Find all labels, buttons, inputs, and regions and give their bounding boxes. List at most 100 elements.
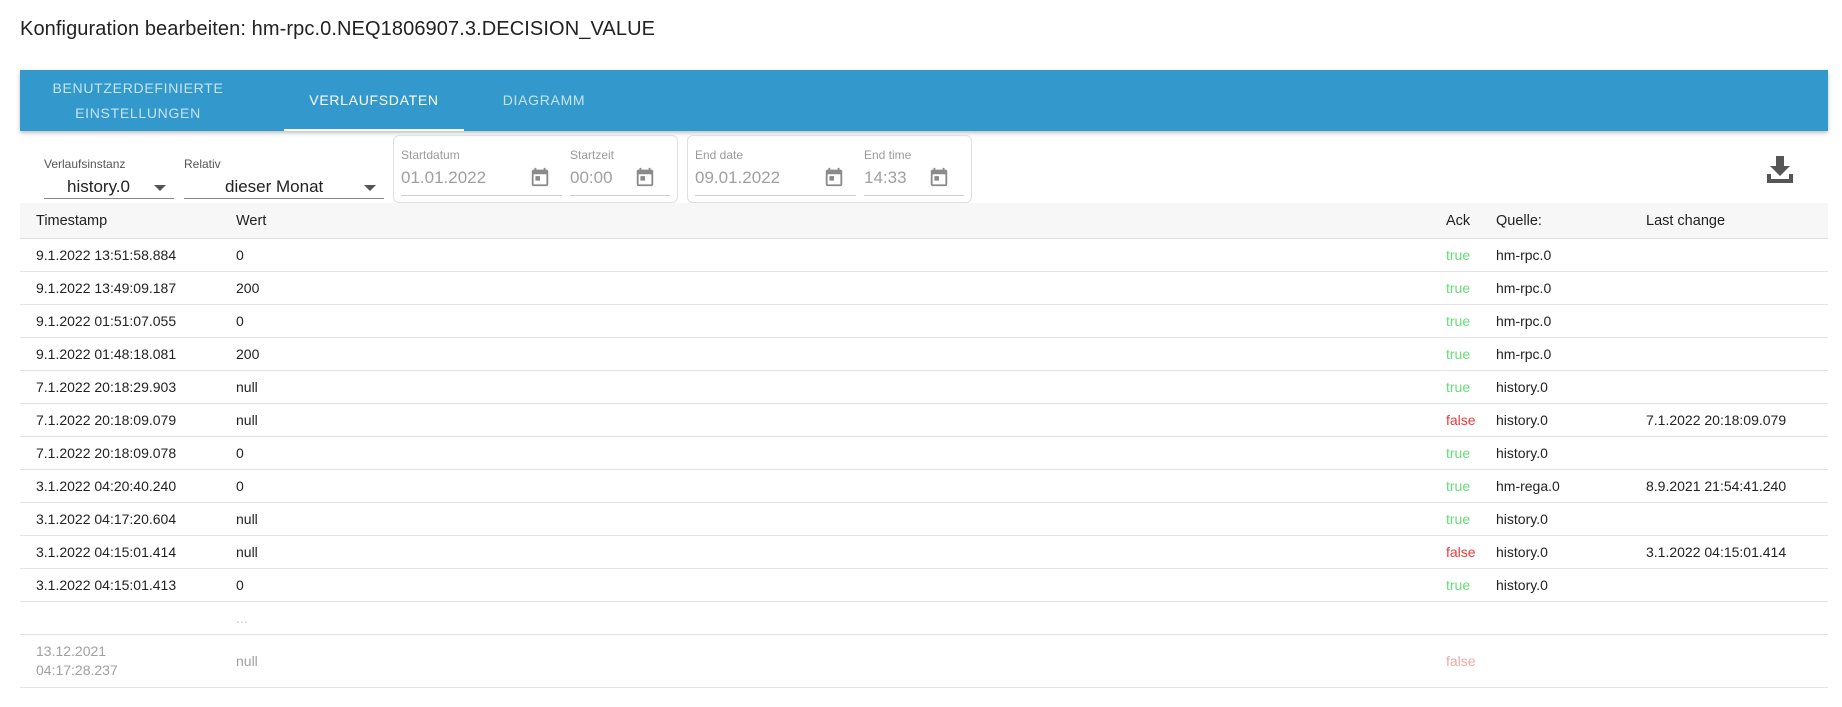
source-cell: hm-rpc.0 [1496,271,1646,305]
calendar-icon[interactable] [634,166,656,188]
end-time-underline [864,195,964,196]
start-datetime-group: Startdatum 01.01.2022 Startzeit 00:00 [393,135,678,203]
timestamp-cell: 7.1.2022 20:18:29.903 [20,370,236,404]
table-row[interactable]: 3.1.2022 04:15:01.414 null false history… [20,535,1828,569]
active-tab-indicator [284,129,464,131]
timestamp-cell: 9.1.2022 01:51:07.055 [20,304,236,338]
chevron-down-icon [364,185,376,191]
timestamp-cell: 9.1.2022 13:51:58.884 [20,238,236,272]
end-date-field[interactable]: End date 09.01.2022 [695,136,856,198]
relative-range-underline [184,198,384,199]
gap-source-cell [1496,601,1646,635]
start-date-underline [401,195,562,196]
end-time-value: 14:33 [864,168,907,187]
ack-cell: true [1446,568,1496,602]
last-change-cell: 7.1.2022 20:18:09.079 [1646,403,1828,437]
table-row[interactable]: 3.1.2022 04:17:20.604 null true history.… [20,502,1828,536]
end-time-label: End time [864,148,912,162]
table-row-earlier[interactable]: 13.12.2021 04:17:28.237 null false [20,634,1828,688]
table-row[interactable]: 3.1.2022 04:20:40.240 0 true hm-rega.0 8… [20,469,1828,503]
timestamp-time: 04:17:28.237 [36,662,118,678]
gap-last-change-cell [1646,601,1828,635]
timestamp-date: 13.12.2021 [36,643,107,659]
gap-ellipsis: ... [236,601,1446,635]
relative-range-value: dieser Monat [225,177,324,196]
end-datetime-group: End date 09.01.2022 End time 14:33 [687,135,972,203]
table-row[interactable]: 7.1.2022 20:18:09.078 0 true history.0 [20,436,1828,470]
download-icon[interactable] [1766,154,1794,184]
last-change-cell [1646,337,1828,371]
source-cell: history.0 [1496,568,1646,602]
column-header-source[interactable]: Quelle: [1496,203,1646,239]
ack-cell: true [1446,238,1496,272]
column-header-last-change[interactable]: Last change [1646,203,1828,239]
ack-cell: false [1446,634,1496,688]
history-instance-underline [44,198,174,199]
table-row[interactable]: 9.1.2022 13:49:09.187 200 true hm-rpc.0 [20,271,1828,305]
last-change-cell [1646,238,1828,272]
start-date-value: 01.01.2022 [401,168,487,187]
table-row[interactable]: 9.1.2022 13:51:58.884 0 true hm-rpc.0 [20,238,1828,272]
tab-bar: BENUTZERDEFINIERTE EINSTELLUNGEN VERLAUF… [20,70,1828,131]
tab-history-data[interactable]: VERLAUFSDATEN [284,70,464,131]
value-cell: 0 [236,436,1446,470]
tab-custom-settings[interactable]: BENUTZERDEFINIERTE EINSTELLUNGEN [48,70,228,131]
value-cell: null [236,535,1446,569]
value-cell: null [236,634,1446,688]
value-cell: 200 [236,271,1446,305]
value-cell: 200 [236,337,1446,371]
ack-cell: true [1446,469,1496,503]
source-cell: history.0 [1496,370,1646,404]
timestamp-cell: 7.1.2022 20:18:09.078 [20,436,236,470]
source-cell: history.0 [1496,535,1646,569]
page-title: Konfiguration bearbeiten: hm-rpc.0.NEQ18… [20,18,656,40]
source-cell: hm-rpc.0 [1496,304,1646,338]
start-time-value: 00:00 [570,168,613,187]
end-time-field[interactable]: End time 14:33 [864,136,964,198]
timestamp-cell: 13.12.2021 04:17:28.237 [20,634,236,688]
column-header-value[interactable]: Wert [236,203,1446,239]
value-cell: 0 [236,469,1446,503]
timestamp-cell: 3.1.2022 04:20:40.240 [20,469,236,503]
source-cell: history.0 [1496,502,1646,536]
relative-range-label: Relativ [184,157,221,171]
table-row[interactable]: 9.1.2022 01:51:07.055 0 true hm-rpc.0 [20,304,1828,338]
ack-cell: true [1446,370,1496,404]
source-cell: history.0 [1496,436,1646,470]
tab-diagram[interactable]: DIAGRAMM [464,70,624,131]
calendar-icon[interactable] [928,166,950,188]
start-time-label: Startzeit [570,148,615,162]
calendar-icon[interactable] [823,166,845,188]
table-row[interactable]: 7.1.2022 20:18:09.079 null false history… [20,403,1828,437]
last-change-cell: 8.9.2021 21:54:41.240 [1646,469,1828,503]
history-instance-select[interactable]: Verlaufsinstanz history.0 [44,145,174,201]
table-row[interactable]: 7.1.2022 20:18:29.903 null true history.… [20,370,1828,404]
gap-ack-cell [1446,601,1496,635]
start-time-underline [570,195,670,196]
table-row[interactable]: 9.1.2022 01:48:18.081 200 true hm-rpc.0 [20,337,1828,371]
start-date-field[interactable]: Startdatum 01.01.2022 [401,136,562,198]
end-date-label: End date [695,148,744,162]
last-change-cell [1646,502,1828,536]
table-gap-row: ... [20,601,1828,635]
value-cell: 0 [236,568,1446,602]
source-cell: hm-rega.0 [1496,469,1646,503]
value-cell: 0 [236,238,1446,272]
start-time-field[interactable]: Startzeit 00:00 [570,136,670,198]
column-header-ack[interactable]: Ack [1446,203,1496,239]
relative-range-select[interactable]: Relativ dieser Monat [184,145,384,201]
value-cell: 0 [236,304,1446,338]
table-row[interactable]: 3.1.2022 04:15:01.413 0 true history.0 [20,568,1828,602]
column-header-timestamp[interactable]: Timestamp [20,203,236,239]
calendar-icon[interactable] [529,166,551,188]
value-cell: null [236,370,1446,404]
last-change-cell [1646,634,1828,688]
source-cell: hm-rpc.0 [1496,337,1646,371]
ack-cell: true [1446,436,1496,470]
timestamp-cell: 9.1.2022 01:48:18.081 [20,337,236,371]
chevron-down-icon [154,185,166,191]
gap-timestamp-cell [20,601,236,635]
last-change-cell [1646,271,1828,305]
history-table: Timestamp Wert Ack Quelle: Last change 9… [20,203,1828,688]
ack-cell: true [1446,337,1496,371]
